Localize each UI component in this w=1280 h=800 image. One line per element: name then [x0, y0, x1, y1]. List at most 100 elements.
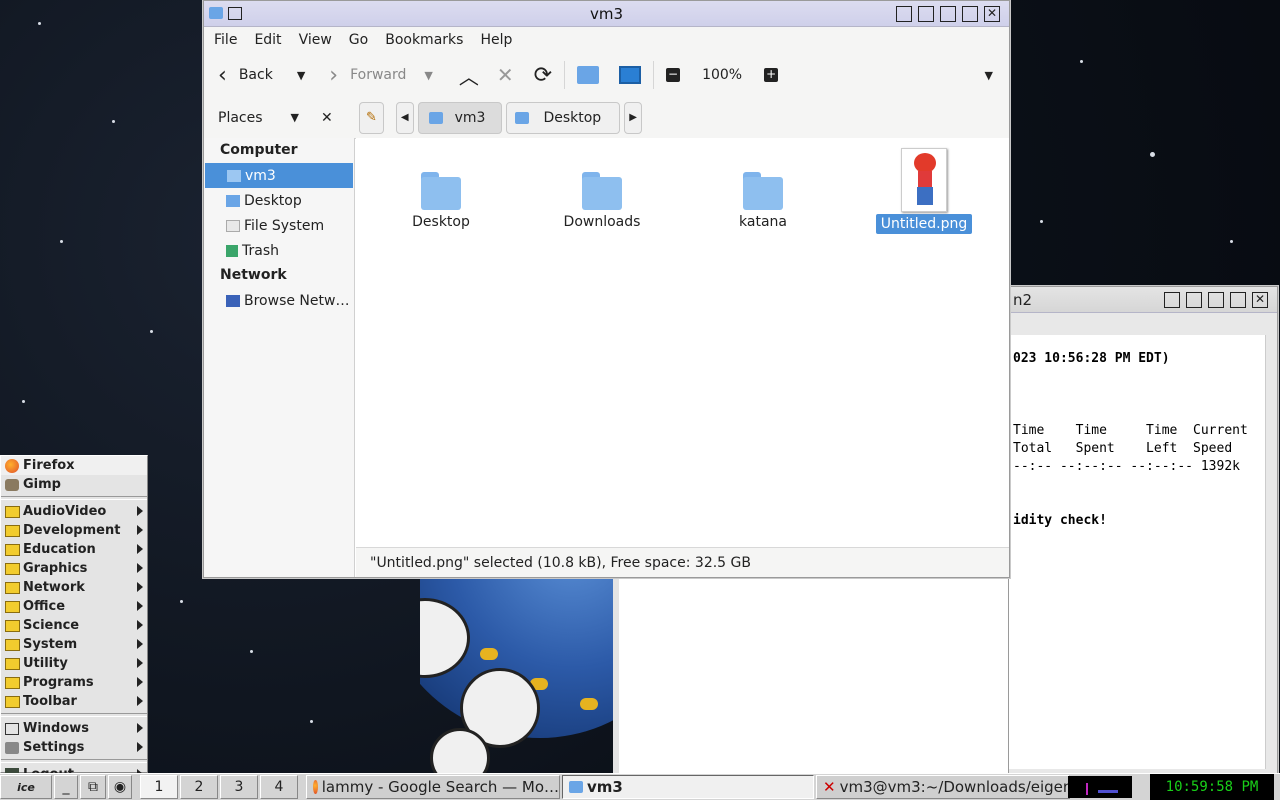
- file-manager-window[interactable]: vm3 ✕ File Edit View Go Bookmarks Help ‹…: [203, 0, 1010, 578]
- cpu-monitor: [1068, 776, 1132, 798]
- folder-icon: [5, 619, 20, 632]
- up-icon[interactable]: ︿: [459, 61, 479, 90]
- desktop-folder-icon: [226, 194, 240, 207]
- breadcrumb-vm3[interactable]: vm3: [417, 101, 503, 134]
- submenu-arrow-icon: [137, 723, 143, 733]
- folder-icon: [5, 505, 20, 518]
- terminal-maximize-icon[interactable]: [1164, 292, 1180, 308]
- close-icon[interactable]: ✕: [984, 6, 1000, 22]
- folder-icon: [582, 172, 622, 210]
- breadcrumb-desktop[interactable]: Desktop: [506, 101, 621, 134]
- menu-go[interactable]: Go: [349, 32, 368, 48]
- terminal-close-icon[interactable]: ✕: [1252, 292, 1268, 308]
- file-item-desktop[interactable]: Desktop: [386, 172, 496, 230]
- terminal-output[interactable]: 023 10:56:28 PM EDT) Time Time Time Curre…: [1009, 335, 1269, 769]
- terminal-line: idity check!: [1013, 513, 1107, 528]
- sidebar-header-computer: Computer: [220, 142, 298, 158]
- submenu-arrow-icon: [137, 620, 143, 630]
- terminal-line: Time Time Time Current: [1013, 423, 1248, 438]
- zoom-in-icon[interactable]: +: [764, 68, 779, 82]
- settings-icon: [5, 741, 19, 754]
- shade-icon[interactable]: [940, 6, 956, 22]
- menu-category-development[interactable]: Development: [1, 521, 147, 540]
- edit-icon[interactable]: [962, 6, 978, 22]
- terminal-lower-area[interactable]: [613, 578, 1008, 774]
- breadcrumb-scroll-left[interactable]: ◀: [395, 101, 414, 134]
- desktop-folder-icon: [515, 111, 530, 124]
- toolbar-overflow-icon[interactable]: ▼: [985, 69, 993, 82]
- network-icon: [226, 294, 240, 307]
- breadcrumb-scroll-right[interactable]: ▶: [624, 101, 642, 134]
- window-title: vm3: [589, 4, 624, 23]
- sidebar-item-browse-network[interactable]: Browse Netw…: [204, 288, 354, 313]
- file-item-downloads[interactable]: Downloads: [547, 172, 657, 230]
- start-button[interactable]: ice: [0, 775, 52, 799]
- menu-category-utility[interactable]: Utility: [1, 654, 147, 673]
- terminal-line: Total Spent Left Speed: [1013, 441, 1233, 456]
- menu-category-programs[interactable]: Programs: [1, 673, 147, 692]
- menu-category-network[interactable]: Network: [1, 578, 147, 597]
- sidebar-item-filesystem[interactable]: File System: [204, 213, 354, 238]
- menu-category-office[interactable]: Office: [1, 597, 147, 616]
- menu-view[interactable]: View: [299, 32, 332, 48]
- menu-item-firefox[interactable]: Firefox: [1, 456, 147, 475]
- workspace-4[interactable]: 4: [260, 775, 298, 799]
- image-thumbnail-icon: [901, 148, 947, 212]
- menu-category-graphics[interactable]: Graphics: [1, 559, 147, 578]
- submenu-arrow-icon: [137, 677, 143, 687]
- file-view[interactable]: Desktop Downloads katana Untitled.png: [356, 138, 1009, 547]
- workspace-3[interactable]: 3: [220, 775, 258, 799]
- menu-help[interactable]: Help: [480, 32, 512, 48]
- start-menu: Firefox Gimp AudioVideo Development Educ…: [0, 455, 148, 782]
- menu-file[interactable]: File: [214, 32, 237, 48]
- back-button[interactable]: ‹ Back ▼: [218, 63, 305, 88]
- chevron-down-icon[interactable]: ▼: [297, 69, 305, 82]
- window-list-icon[interactable]: ⧉: [80, 775, 106, 799]
- task-terminal[interactable]: ✕ vm3@vm3:~/Downloads/eigen2: [816, 775, 1070, 799]
- close-sidebar-icon[interactable]: ✕: [321, 110, 333, 126]
- chevron-down-icon[interactable]: ▼: [291, 111, 299, 124]
- stop-icon[interactable]: ✕: [497, 63, 514, 87]
- sidebar-item-trash[interactable]: Trash: [204, 238, 354, 263]
- chevron-down-icon[interactable]: ▼: [424, 69, 432, 82]
- terminal-restore-icon[interactable]: [1208, 292, 1224, 308]
- zoom-out-icon[interactable]: −: [666, 68, 681, 82]
- menu-bookmarks[interactable]: Bookmarks: [385, 32, 463, 48]
- file-item-katana[interactable]: katana: [708, 172, 818, 230]
- forward-button[interactable]: › Forward ▼: [329, 63, 433, 88]
- maximize-icon[interactable]: [896, 6, 912, 22]
- raise-icon[interactable]: [918, 6, 934, 22]
- sidebar-item-vm3[interactable]: vm3: [205, 163, 353, 188]
- home-folder-icon[interactable]: [577, 66, 600, 84]
- terminal-window[interactable]: n2 ✕ 023 10:56:28 PM EDT) Time Time Time …: [1008, 286, 1278, 774]
- sidebar-item-desktop[interactable]: Desktop: [204, 188, 354, 213]
- menu-edit[interactable]: Edit: [254, 32, 281, 48]
- submenu-arrow-icon: [137, 563, 143, 573]
- menu-item-gimp[interactable]: Gimp: [1, 475, 147, 494]
- menu-category-system[interactable]: System: [1, 635, 147, 654]
- terminal-title: n2: [1013, 290, 1033, 309]
- menu-category-audiovideo[interactable]: AudioVideo: [1, 502, 147, 521]
- workspace-2[interactable]: 2: [180, 775, 218, 799]
- menu-item-windows[interactable]: Windows: [1, 719, 147, 738]
- show-desktop-icon[interactable]: _: [54, 775, 78, 799]
- menu-category-toolbar[interactable]: Toolbar: [1, 692, 147, 711]
- task-vm3-file-manager[interactable]: vm3: [562, 775, 814, 799]
- toggle-location-button[interactable]: ✎: [359, 101, 384, 134]
- computer-icon[interactable]: [619, 66, 642, 84]
- task-firefox[interactable]: lammy - Google Search — Mo…: [306, 775, 560, 799]
- folder-icon: [5, 695, 20, 708]
- terminal-scrollbar[interactable]: [1265, 335, 1275, 769]
- reload-icon[interactable]: ⟳: [534, 63, 552, 88]
- menu-category-science[interactable]: Science: [1, 616, 147, 635]
- menu-category-education[interactable]: Education: [1, 540, 147, 559]
- workspace-1[interactable]: 1: [140, 775, 178, 799]
- browser-launch-icon[interactable]: ◉: [108, 775, 132, 799]
- terminal-raise-icon[interactable]: [1186, 292, 1202, 308]
- drive-icon: [226, 219, 240, 232]
- places-selector[interactable]: Places ▼ ✕: [204, 97, 355, 139]
- file-item-untitled-png[interactable]: Untitled.png: [869, 148, 979, 234]
- menu-item-settings[interactable]: Settings: [1, 738, 147, 757]
- terminal-line: --:-- --:--:-- --:--:-- 1392k: [1013, 459, 1240, 474]
- terminal-edit-icon[interactable]: [1230, 292, 1246, 308]
